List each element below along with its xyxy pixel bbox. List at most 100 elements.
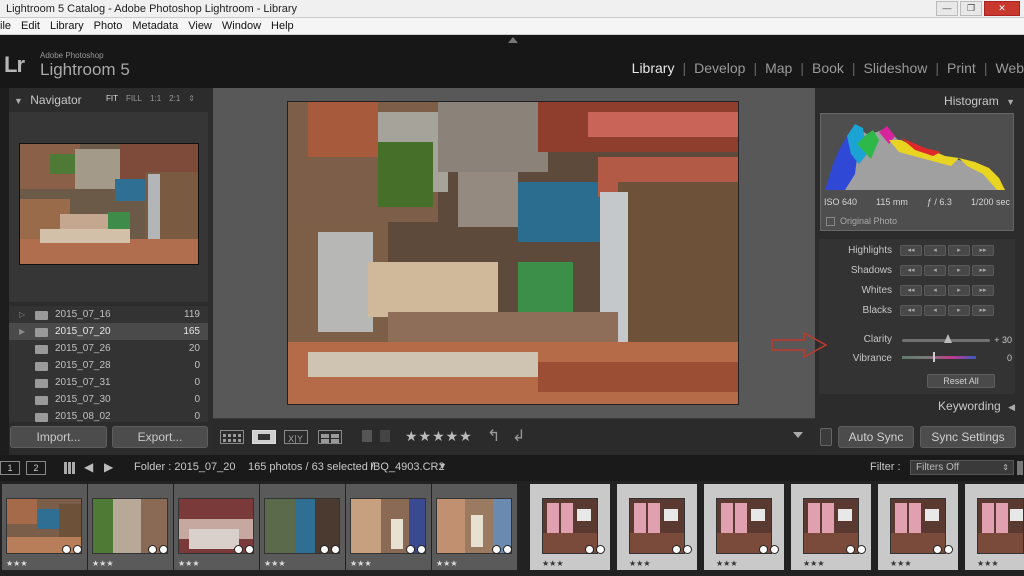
filmstrip-cell-selected[interactable]: ★★★ [878,484,958,570]
filter-lock-icon[interactable] [1017,461,1023,475]
module-book[interactable]: Book [804,60,852,76]
collapse-top-panel-icon[interactable] [508,37,518,43]
whites-increase-large[interactable]: ▸▸ [972,285,994,296]
checkbox-icon[interactable] [826,217,835,227]
menu-metadata[interactable]: Metadata [127,18,183,34]
filmstrip-cell[interactable]: ★★★ [174,484,259,570]
close-button[interactable]: ✕ [984,1,1020,16]
module-map[interactable]: Map [757,60,800,76]
whites-increase[interactable]: ▸ [948,285,970,296]
filmstrip-thumbnail[interactable] [977,498,1024,554]
menu-file[interactable]: ile [0,18,16,34]
import-button[interactable]: Import... [10,426,107,448]
reject-flag-icon[interactable] [380,430,390,442]
filmstrip-cell[interactable]: ★★★ [432,484,517,570]
filter-select[interactable]: Filters Off ⇕ [910,460,1014,475]
survey-view-icon[interactable] [318,430,342,444]
filmstrip-thumbnail[interactable] [178,498,254,554]
module-library[interactable]: Library [624,60,683,76]
folder-source[interactable]: Folder : 2015_07_20 [134,461,236,473]
blacks-decrease[interactable]: ◂ [924,305,946,316]
histogram-header[interactable]: Histogram ▼ [820,91,1015,111]
left-panel-edge[interactable] [0,88,9,455]
module-develop[interactable]: Develop [686,60,753,76]
zoom-fill[interactable]: FILL [126,94,142,103]
shadows-increase-large[interactable]: ▸▸ [972,265,994,276]
filmstrip-cell[interactable]: ★★★ [346,484,431,570]
blacks-increase[interactable]: ▸ [948,305,970,316]
rotate-right-icon[interactable]: ↲ [512,426,525,446]
current-file-name[interactable]: IBQ_4903.CR2 [370,461,445,473]
sync-settings-button[interactable]: Sync Settings [920,426,1016,448]
highlights-increase[interactable]: ▸ [948,245,970,256]
grid-icon[interactable] [64,462,76,474]
filmstrip-cell-selected[interactable]: ★★★ [617,484,697,570]
main-photo[interactable] [287,101,739,405]
folder-expand-icon[interactable]: ▷ [19,306,25,323]
highlights-increase-large[interactable]: ▸▸ [972,245,994,256]
export-button[interactable]: Export... [112,426,208,448]
reset-all-button[interactable]: Reset All [927,374,995,388]
original-photo-toggle[interactable]: Original Photo [826,216,897,227]
filmstrip-cell-selected[interactable]: ★★★ [965,484,1024,570]
menu-photo[interactable]: Photo [89,18,128,34]
vibrance-slider-thumb[interactable] [933,352,935,362]
zoom-dropdown-icon[interactable]: ⇕ [188,94,195,103]
menu-window[interactable]: Window [217,18,266,34]
filmstrip-cell-selected[interactable]: ★★★ [530,484,610,570]
grid-view-icon[interactable] [220,430,244,444]
filmstrip-thumbnail[interactable] [264,498,340,554]
filmstrip-cell-selected[interactable]: ★★★ [791,484,871,570]
main-screen-button[interactable]: 1 [0,461,20,475]
filmstrip-thumbnail[interactable] [92,498,168,554]
whites-decrease[interactable]: ◂ [924,285,946,296]
shadows-decrease[interactable]: ◂ [924,265,946,276]
file-dropdown-icon[interactable]: ▼ [438,461,447,471]
loupe-view-icon[interactable] [252,430,276,444]
folder-row[interactable]: 2015_07_26 20 [9,340,208,357]
filmstrip-cell[interactable]: ★★★ [2,484,87,570]
auto-sync-button[interactable]: Auto Sync [838,426,914,448]
blacks-decrease-large[interactable]: ◂◂ [900,305,922,316]
folder-row-selected[interactable]: ▶ 2015_07_20 165 [9,323,208,340]
compare-view-icon[interactable]: X|Y [284,430,308,445]
filmstrip-thumbnail[interactable] [6,498,82,554]
minimize-button[interactable]: — [936,1,958,16]
menu-library[interactable]: Library [45,18,89,34]
folder-row[interactable]: 2015_08_02 0 [9,408,208,425]
shadows-decrease-large[interactable]: ◂◂ [900,265,922,276]
vibrance-slider[interactable] [902,356,976,359]
rotate-left-icon[interactable]: ↰ [487,426,500,446]
star-rating[interactable]: ★★★★★ [405,428,473,445]
blacks-increase-large[interactable]: ▸▸ [972,305,994,316]
keywording-header[interactable]: Keywording ◀ [820,396,1015,416]
filmstrip-cell[interactable]: ★★★ [260,484,345,570]
forward-arrow-icon[interactable]: ▶ [104,460,113,474]
navigator-preview[interactable] [9,112,208,302]
second-screen-button[interactable]: 2 [26,461,46,475]
folder-row[interactable]: 2015_07_28 0 [9,357,208,374]
navigator-thumbnail[interactable] [19,143,199,265]
whites-decrease-large[interactable]: ◂◂ [900,285,922,296]
filmstrip-cell[interactable]: ★★★ [88,484,173,570]
histogram[interactable] [820,113,1014,231]
flag-icon[interactable] [362,430,372,442]
folder-row[interactable]: ▷ 2015_07_16 119 [9,306,208,323]
filmstrip-cell-selected[interactable]: ★★★ [704,484,784,570]
folder-expand-icon[interactable]: ▶ [19,323,25,340]
zoom-fit[interactable]: FIT [106,94,118,103]
filmstrip-thumbnail[interactable] [350,498,426,554]
menu-view[interactable]: View [183,18,217,34]
folder-row[interactable]: 2015_07_30 0 [9,391,208,408]
sync-toggle-switch[interactable] [820,428,832,446]
clarity-slider-thumb[interactable] [944,334,952,343]
toolbar-menu-icon[interactable] [793,432,803,438]
module-print[interactable]: Print [939,60,984,76]
maximize-button[interactable]: ❐ [960,1,982,16]
highlights-decrease-large[interactable]: ◂◂ [900,245,922,256]
zoom-1-1[interactable]: 1:1 [150,94,161,103]
highlights-decrease[interactable]: ◂ [924,245,946,256]
zoom-2-1[interactable]: 2:1 [169,94,180,103]
menu-help[interactable]: Help [266,18,299,34]
module-web[interactable]: Web [987,60,1024,76]
